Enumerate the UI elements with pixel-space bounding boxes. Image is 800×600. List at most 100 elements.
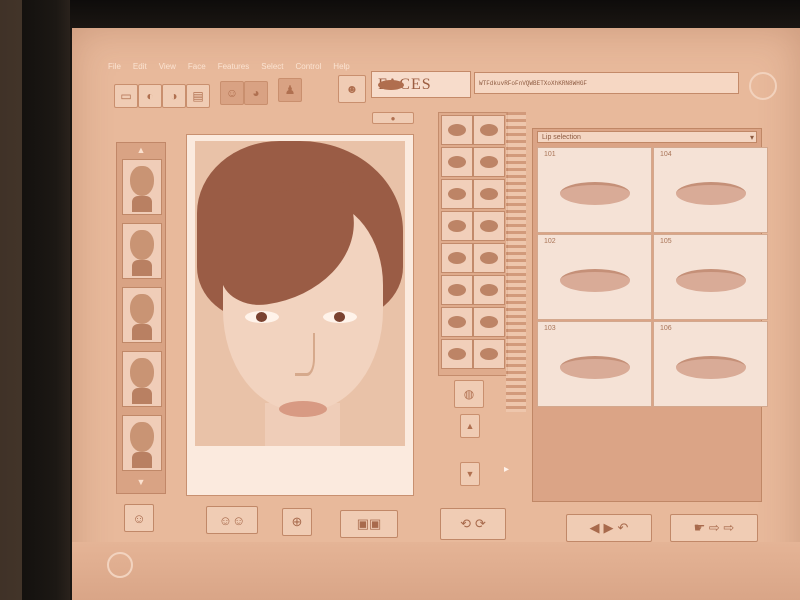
menu-face[interactable]: Face	[186, 62, 208, 76]
feature-preview-button[interactable]: ◍	[454, 380, 484, 408]
composite-portrait-frame	[186, 134, 414, 496]
face-library-column: ▲ ▼	[116, 142, 166, 494]
gallery-icon: ▣▣	[356, 516, 382, 531]
menu-help[interactable]: Help	[331, 62, 351, 76]
scroll-up-icon[interactable]: ▲	[131, 145, 151, 155]
face-thumbnail[interactable]	[122, 223, 162, 279]
lip-option[interactable]: 104	[653, 147, 768, 233]
feature-eyes-button[interactable]	[441, 211, 473, 241]
start-button[interactable]	[107, 552, 133, 578]
feature-hair-button[interactable]	[441, 115, 473, 145]
feature-brow-button[interactable]	[441, 179, 473, 209]
left-eye	[245, 311, 279, 323]
lip-option[interactable]: 102	[537, 234, 652, 320]
feature-ear-alt-button[interactable]	[473, 275, 505, 305]
feature-forehead-button[interactable]	[473, 179, 505, 209]
feature-lips-button[interactable]	[441, 307, 473, 337]
portrait-button[interactable]: ☻	[338, 75, 366, 103]
lip-option-number: 103	[544, 325, 556, 332]
move-down-button[interactable]: ▼	[460, 462, 480, 486]
menu-edit[interactable]: Edit	[131, 62, 149, 76]
feature-dropdown-value: Lip selection	[542, 134, 581, 141]
menu-features[interactable]: Features	[216, 62, 252, 76]
feature-chin-button[interactable]	[473, 147, 505, 177]
chevron-down-icon: ▾	[749, 133, 754, 142]
mouse-cursor-icon: ▸	[504, 464, 510, 475]
scroll-down-icon[interactable]: ▼	[131, 477, 151, 487]
forward-icon: ▶	[603, 520, 614, 535]
feature-nose-button[interactable]	[441, 243, 473, 273]
face-thumbnail[interactable]	[122, 287, 162, 343]
face-thumbnail[interactable]	[122, 351, 162, 407]
menu-view[interactable]: View	[157, 62, 178, 76]
face-button[interactable]: ☺	[220, 81, 244, 105]
feature-moustache-button[interactable]	[473, 307, 505, 337]
head-button[interactable]: ◕	[244, 81, 268, 105]
face-thumbnail[interactable]	[122, 159, 162, 215]
zoom-button[interactable]: ⊕	[282, 508, 312, 536]
lip-option-number: 101	[544, 151, 556, 158]
face-thumbnail[interactable]	[122, 415, 162, 471]
next-icon: ☛ ⇨ ⇨	[693, 520, 735, 535]
nose	[295, 333, 315, 376]
face-region	[210, 181, 383, 417]
save-button[interactable]: ◑	[162, 84, 186, 108]
background-wall	[0, 0, 22, 600]
portrait-icon: ☻	[345, 82, 359, 96]
gallery-button[interactable]: ▣▣	[340, 510, 398, 538]
palette-scrollbar[interactable]	[506, 112, 526, 412]
feature-category-palette	[438, 112, 508, 376]
save-icon: ◑	[170, 89, 178, 103]
lip-option-number: 102	[544, 238, 556, 245]
rotate-left-icon: ⟲	[460, 516, 471, 531]
new-button[interactable]: ▭	[114, 84, 138, 108]
feature-eyes-alt-button[interactable]	[473, 211, 505, 241]
feature-selection-panel: Lip selection ▾ 101 104 102 105 103 106	[532, 128, 768, 502]
lip-option-number: 106	[660, 325, 672, 332]
lip-option-number: 105	[660, 238, 672, 245]
arrow-down-icon: ▼	[465, 469, 475, 479]
print-button[interactable]: ▤	[186, 84, 210, 108]
feature-ear-button[interactable]	[441, 275, 473, 305]
open-button[interactable]: ◐	[138, 84, 162, 108]
lip-option[interactable]: 101	[537, 147, 652, 233]
record-button[interactable]: ●	[372, 112, 414, 124]
body-button[interactable]: ♟	[278, 78, 302, 102]
right-eye	[323, 311, 357, 323]
face-code-field[interactable]: WTFdkuvRFoFnVQWBETXoXhKRN8WHGF	[474, 72, 739, 94]
zoom-icon: ⊕	[291, 514, 303, 529]
feature-jaw-button[interactable]	[441, 339, 473, 369]
rotate-button[interactable]: ⟲ ⟳	[440, 508, 506, 540]
bangs-region	[210, 181, 364, 311]
feature-dropdown[interactable]: Lip selection ▾	[537, 131, 757, 143]
composite-face-image[interactable]	[195, 141, 405, 446]
faces-logo: FACES	[371, 71, 471, 98]
new-icon: ▭	[120, 89, 132, 103]
body-icon: ♟	[284, 83, 296, 97]
compare-button[interactable]: ☺☺	[206, 506, 258, 534]
navigation-buttons[interactable]: ◀ ▶ ↶	[566, 514, 652, 542]
head-icon: ◕	[252, 86, 260, 100]
back-icon: ◀	[589, 520, 600, 535]
face-swap-button[interactable]: ☺	[124, 504, 154, 532]
lip-option[interactable]: 106	[653, 321, 768, 407]
lip-option[interactable]: 103	[537, 321, 652, 407]
print-icon: ▤	[192, 89, 204, 103]
projected-screen: File Edit View Face Features Select Cont…	[72, 28, 800, 600]
lips	[279, 401, 327, 417]
undo-icon: ↶	[617, 520, 629, 535]
menu-file[interactable]: File	[106, 62, 123, 76]
menu-select[interactable]: Select	[259, 62, 285, 76]
feature-cheek-button[interactable]	[473, 243, 505, 273]
lip-option[interactable]: 105	[653, 234, 768, 320]
window-control-icon[interactable]	[749, 72, 777, 100]
arrow-up-icon: ▲	[465, 421, 475, 431]
face-swap-icon: ☺	[132, 510, 146, 526]
lip-option-number: 104	[660, 151, 672, 158]
feature-hair-alt-button[interactable]	[473, 115, 505, 145]
menu-control[interactable]: Control	[294, 62, 324, 76]
move-up-button[interactable]: ▲	[460, 414, 480, 438]
feature-beard-button[interactable]	[473, 339, 505, 369]
next-buttons[interactable]: ☛ ⇨ ⇨	[670, 514, 758, 542]
feature-head-button[interactable]	[441, 147, 473, 177]
